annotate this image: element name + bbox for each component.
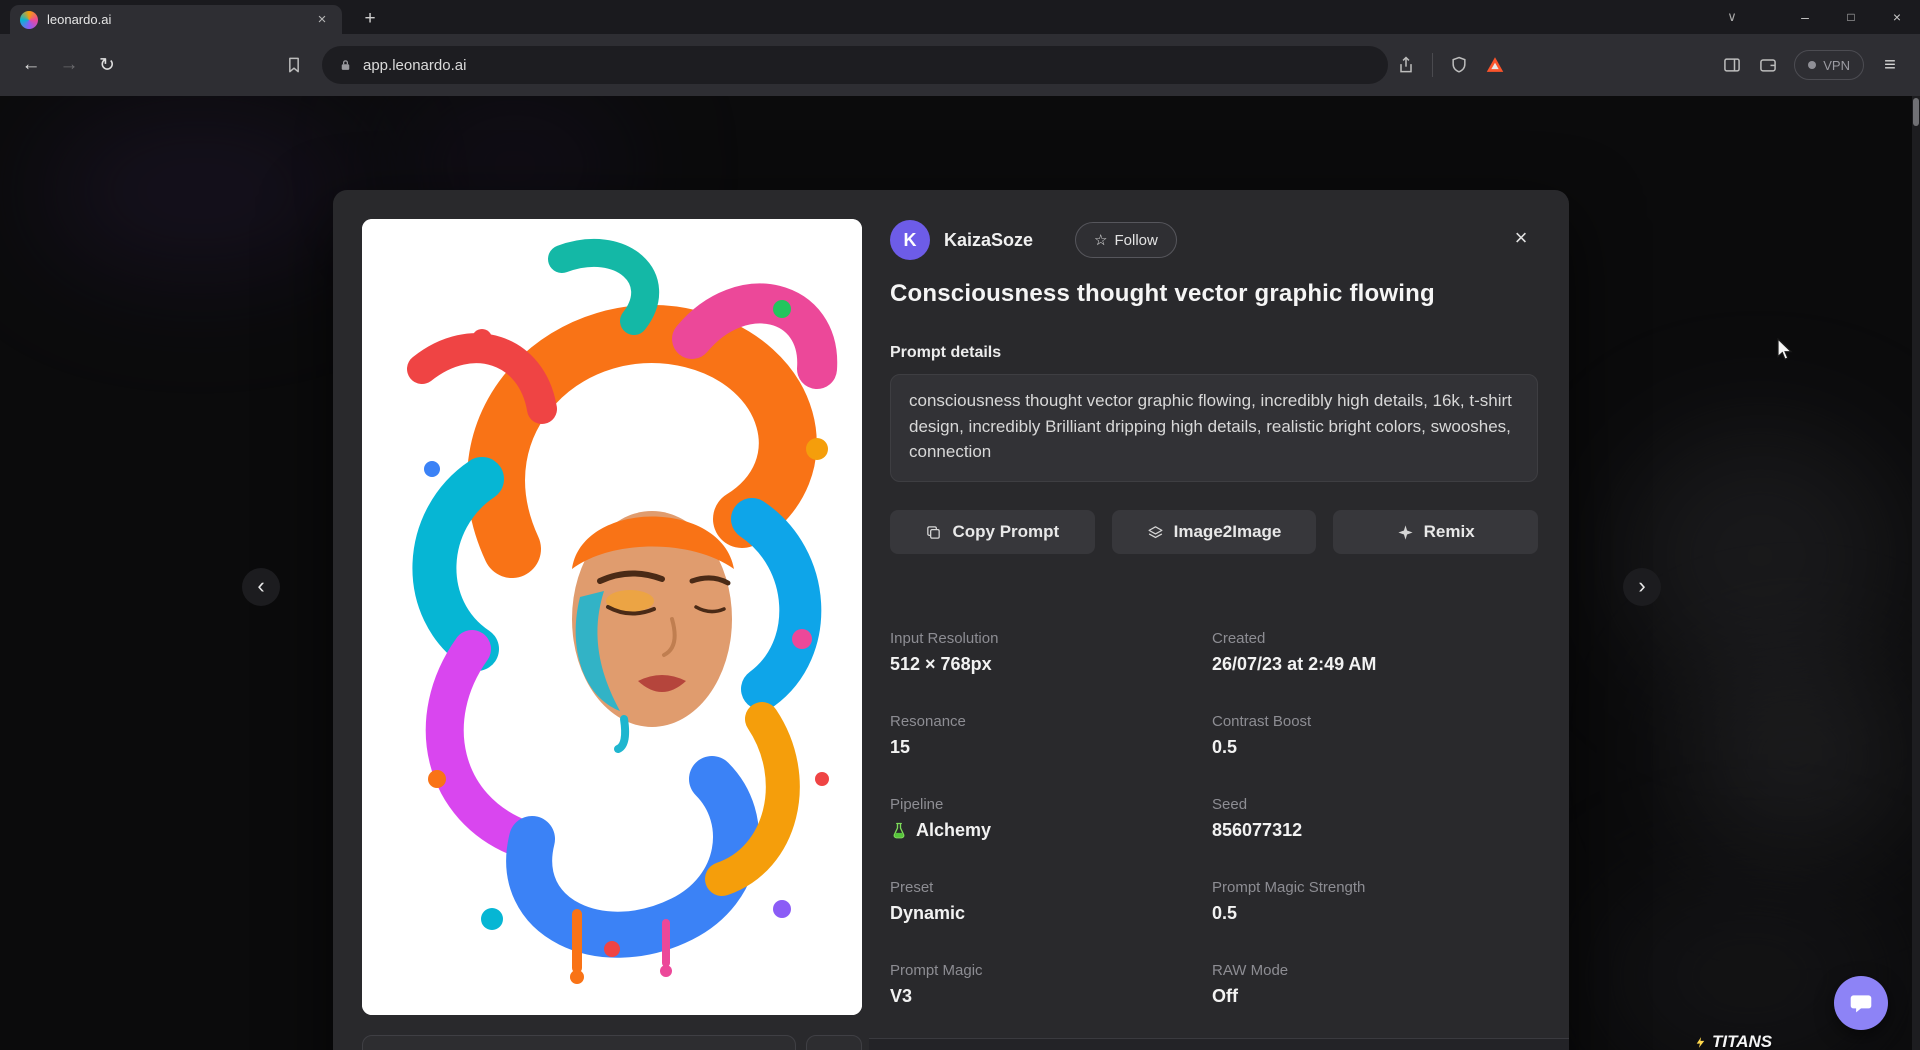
lock-icon <box>338 58 353 73</box>
window-maximize-button[interactable]: □ <box>1828 0 1874 34</box>
tab-strip: leonardo.ai × + ∨ – □ × <box>0 0 1920 34</box>
url-text[interactable]: app.leonardo.ai <box>363 57 466 74</box>
detail-prompt-magic-strength: Prompt Magic Strength 0.5 <box>1212 879 1538 924</box>
copy-prompt-button[interactable]: Copy Prompt <box>890 510 1095 554</box>
detail-value: Off <box>1212 986 1538 1007</box>
detail-prompt-magic: Prompt Magic V3 <box>890 962 1212 1007</box>
detail-created: Created 26/07/23 at 2:49 AM <box>1212 630 1538 675</box>
brave-shield-icon[interactable] <box>1441 47 1477 83</box>
image-detail-modal: × K KaizaSoze ☆ Follow Consciousness tho… <box>333 190 1569 1050</box>
pipeline-value: Alchemy <box>916 820 991 841</box>
spark-icon <box>1694 1036 1707 1049</box>
window-minimize-button[interactable]: – <box>1782 0 1828 34</box>
menu-icon[interactable]: ≡ <box>1872 47 1908 83</box>
vpn-badge[interactable]: VPN <box>1794 50 1864 80</box>
remix-label: Remix <box>1424 522 1475 542</box>
leonardo-favicon <box>20 11 38 29</box>
detail-resonance: Resonance 15 <box>890 713 1212 758</box>
detail-pipeline: Pipeline Alchemy <box>890 796 1212 841</box>
image2image-button[interactable]: Image2Image <box>1112 510 1317 554</box>
detail-preset: Preset Dynamic <box>890 879 1212 924</box>
detail-value: Dynamic <box>890 903 1212 924</box>
layers-icon <box>1147 524 1164 541</box>
star-icon: ☆ <box>1094 231 1107 249</box>
generate-with-model-button[interactable]: Generate with this model <box>869 1038 1569 1050</box>
detail-contrast-boost: Contrast Boost 0.5 <box>1212 713 1538 758</box>
mouse-cursor <box>1774 338 1798 367</box>
detail-label: Resonance <box>890 713 1212 730</box>
detail-label: RAW Mode <box>1212 962 1538 979</box>
prompt-text-box: consciousness thought vector graphic flo… <box>890 374 1538 482</box>
copy-prompt-label: Copy Prompt <box>952 522 1059 542</box>
detail-label: Preset <box>890 879 1212 896</box>
detail-seed: Seed 856077312 <box>1212 796 1538 841</box>
detail-label: Pipeline <box>890 796 1212 813</box>
vpn-label: VPN <box>1823 58 1850 73</box>
previous-image-button[interactable]: ‹ <box>242 568 280 606</box>
brave-rewards-icon[interactable] <box>1477 47 1513 83</box>
remix-button[interactable]: Remix <box>1333 510 1538 554</box>
window-close-button[interactable]: × <box>1874 0 1920 34</box>
detail-panel: K KaizaSoze ☆ Follow Consciousness thoug… <box>890 190 1538 1050</box>
sidebar-toggle-icon[interactable] <box>1714 47 1750 83</box>
prompt-actions: Copy Prompt Image2Image Remix <box>890 510 1538 554</box>
detail-raw-mode: RAW Mode Off <box>1212 962 1538 1007</box>
creator-name[interactable]: KaizaSoze <box>944 230 1033 251</box>
share-icon[interactable] <box>1388 47 1424 83</box>
detail-value: 512 × 768px <box>890 654 1212 675</box>
artwork-swirls <box>362 219 862 1015</box>
page-scrollbar[interactable] <box>1912 96 1920 1050</box>
copy-icon <box>925 524 942 541</box>
detail-label: Created <box>1212 630 1538 647</box>
watermark-text: TITANS <box>1712 1032 1772 1050</box>
remix-sparkle-icon <box>1397 524 1414 541</box>
detail-value: V3 <box>890 986 1212 1007</box>
scrollbar-thumb[interactable] <box>1913 98 1919 126</box>
chat-bubble-icon <box>1848 990 1874 1016</box>
tab-title: leonardo.ai <box>47 12 303 27</box>
toolbar-separator <box>1432 53 1433 77</box>
detail-label: Contrast Boost <box>1212 713 1538 730</box>
tab-search-icon[interactable]: ∨ <box>1710 0 1754 34</box>
thumbnail-strip[interactable] <box>362 1035 796 1050</box>
window-controls: ∨ – □ × <box>1710 0 1920 34</box>
detail-value: 0.5 <box>1212 903 1538 924</box>
follow-label: Follow <box>1115 232 1158 249</box>
detail-label: Prompt Magic <box>890 962 1212 979</box>
avatar[interactable]: K <box>890 220 930 260</box>
detail-label: Seed <box>1212 796 1538 813</box>
follow-button[interactable]: ☆ Follow <box>1075 222 1177 258</box>
video-watermark: TITANS <box>1694 1032 1772 1050</box>
new-tab-button[interactable]: + <box>356 6 384 34</box>
detail-value: 26/07/23 at 2:49 AM <box>1212 654 1538 675</box>
detail-value: Alchemy <box>890 820 1212 841</box>
bookmark-icon[interactable] <box>276 47 312 83</box>
tab-close-button[interactable]: × <box>312 10 332 30</box>
detail-label: Input Resolution <box>890 630 1212 647</box>
detail-value: 856077312 <box>1212 820 1538 841</box>
prompt-details-heading: Prompt details <box>890 344 1001 362</box>
detail-value: 0.5 <box>1212 737 1538 758</box>
support-chat-button[interactable] <box>1834 976 1888 1030</box>
flask-icon <box>890 822 908 840</box>
browser-toolbar: ← → ↻ app.leonardo.ai VPN ≡ <box>0 34 1920 96</box>
back-button[interactable]: ← <box>12 46 50 84</box>
creator-header: K KaizaSoze ☆ Follow <box>890 220 1177 260</box>
image2image-label: Image2Image <box>1174 522 1282 542</box>
browser-tab[interactable]: leonardo.ai × <box>10 5 342 34</box>
next-image-button[interactable]: › <box>1623 568 1661 606</box>
detail-value: 15 <box>890 737 1212 758</box>
generation-details-grid: Input Resolution 512 × 768px Created 26/… <box>890 630 1538 1007</box>
reload-button[interactable]: ↻ <box>88 46 126 84</box>
vpn-dot-icon <box>1808 61 1816 69</box>
wallet-icon[interactable] <box>1750 47 1786 83</box>
generated-image[interactable] <box>362 219 862 1015</box>
detail-label: Prompt Magic Strength <box>1212 879 1538 896</box>
address-bar[interactable]: app.leonardo.ai <box>322 46 1388 84</box>
detail-input-resolution: Input Resolution 512 × 768px <box>890 630 1212 675</box>
thumbnail-tile[interactable] <box>806 1035 862 1050</box>
forward-button[interactable]: → <box>50 46 88 84</box>
image-title: Consciousness thought vector graphic flo… <box>890 280 1435 308</box>
